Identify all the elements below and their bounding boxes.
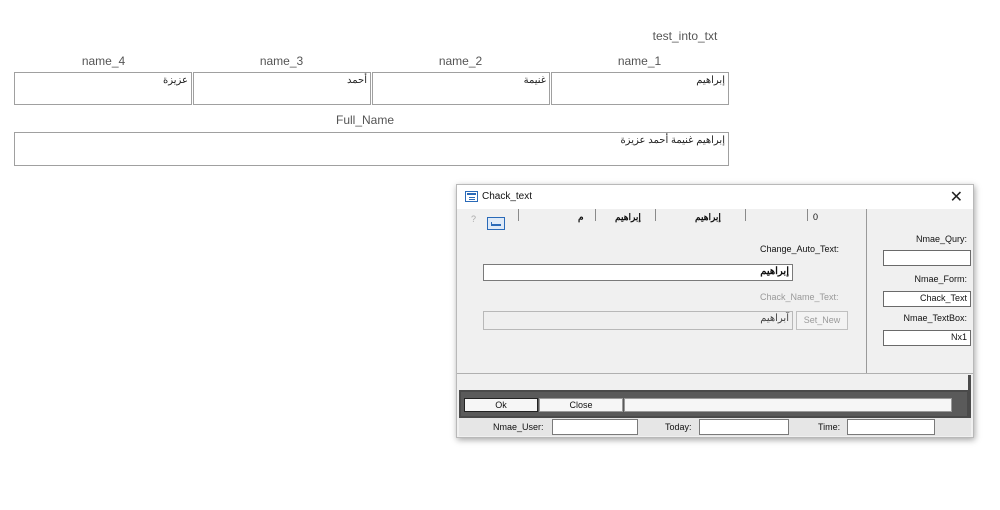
change-auto-text-input[interactable]: إبراهيم — [483, 264, 793, 281]
form-name-label: Nmae_Form: — [914, 274, 967, 284]
ok-button[interactable]: Ok — [464, 398, 538, 412]
textbox-name-input[interactable]: Nx1 — [883, 330, 971, 346]
name-1-header: name_1 — [617, 54, 662, 68]
right-info-panel: Nmae_Qury: Nmae_Form: Chack_Text Nmae_Te… — [866, 209, 973, 373]
form-name-input[interactable]: Chack_Text — [883, 291, 971, 307]
chack-text-dialog: Chack_text ✕ ? م إبراهيم إبراهيم 0 Chang… — [456, 184, 974, 438]
name-1-field[interactable]: إبراهيم — [551, 72, 729, 105]
today-label: Today: — [665, 422, 692, 432]
top-cell-1: م — [578, 212, 584, 222]
help-icon[interactable]: ? — [471, 214, 476, 224]
change-auto-text-label: Change_Auto_Text: — [760, 244, 840, 254]
top-cell-2: إبراهيم — [615, 212, 641, 222]
close-button[interactable]: Close — [539, 398, 623, 412]
user-name-field[interactable] — [552, 419, 638, 435]
button-bar: Ok Close — [459, 390, 969, 418]
chack-name-text-input: آبراهيم — [483, 311, 793, 330]
name-4-field[interactable]: عزيزة — [14, 72, 192, 105]
name-3-field[interactable]: أحمد — [193, 72, 371, 105]
query-name-label: Nmae_Qury: — [915, 234, 967, 244]
record-selector-button[interactable] — [487, 217, 505, 230]
name-2-header: name_2 — [438, 54, 483, 68]
set-new-button: Set_New — [796, 311, 848, 330]
separator — [745, 209, 746, 221]
close-icon[interactable]: ✕ — [950, 187, 963, 207]
full-name-label: Full_Name — [335, 113, 395, 127]
separator — [807, 209, 808, 221]
textbox-name-label: Nmae_TextBox: — [903, 313, 967, 323]
today-field[interactable] — [699, 419, 789, 435]
dialog-title-bar: Chack_text ✕ — [457, 185, 973, 209]
status-bar: Nmae_User: Today: Time: — [459, 418, 971, 436]
divider — [457, 373, 973, 374]
name-2-field[interactable]: غنيمة — [372, 72, 550, 105]
chack-name-text-label: Chack_Name_Text: — [760, 292, 839, 302]
time-label: Time: — [818, 422, 841, 432]
separator — [595, 209, 596, 221]
message-field — [624, 398, 952, 412]
form-icon — [465, 191, 478, 202]
report-title: test_into_txt — [652, 29, 718, 43]
dialog-title: Chack_text — [482, 191, 533, 202]
full-name-field[interactable]: إبراهيم غنيمة أحمد عزيزة — [14, 132, 729, 166]
name-4-header: name_4 — [81, 54, 126, 68]
separator — [655, 209, 656, 221]
query-name-input[interactable] — [883, 250, 971, 266]
record-selector-icon — [491, 222, 501, 226]
top-cell-4: 0 — [813, 212, 819, 222]
time-field[interactable] — [847, 419, 935, 435]
top-cell-3: إبراهيم — [695, 212, 721, 222]
button-bar-edge — [968, 375, 971, 419]
separator — [518, 209, 519, 221]
name-3-header: name_3 — [259, 54, 304, 68]
user-name-label: Nmae_User: — [493, 422, 544, 432]
